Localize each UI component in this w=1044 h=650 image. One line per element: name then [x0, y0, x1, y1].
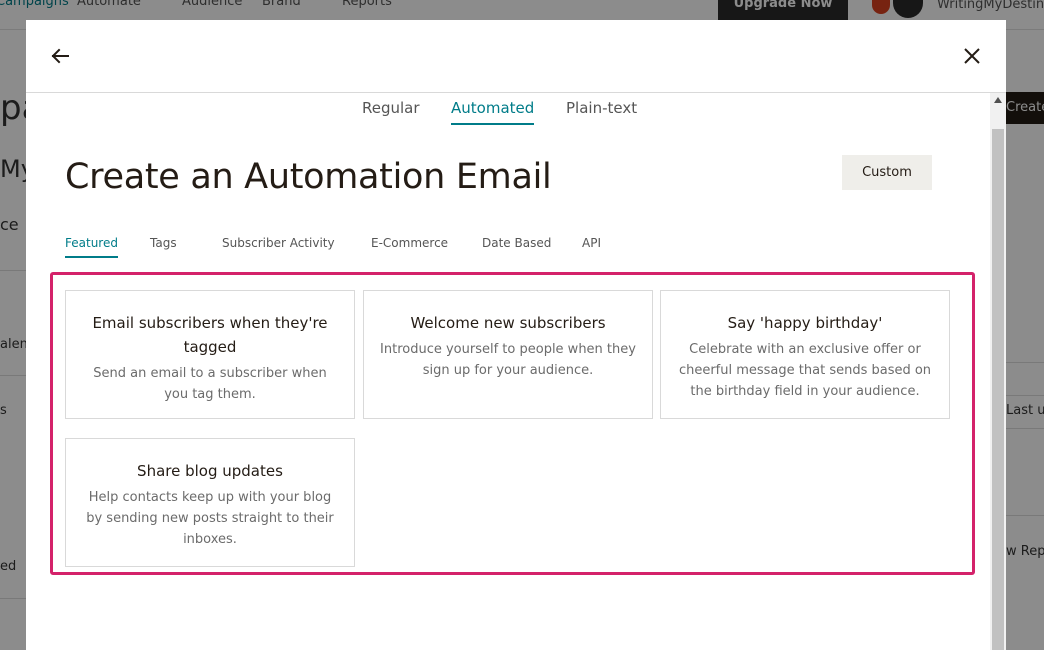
tab-api[interactable]: API	[582, 236, 601, 256]
close-icon	[964, 48, 980, 64]
custom-button[interactable]: Custom	[842, 155, 932, 190]
modal-scrollbar[interactable]	[990, 93, 1006, 650]
modal-header	[26, 20, 1006, 93]
create-email-modal: Regular Automated Plain-text Create an A…	[26, 20, 1006, 650]
page-title: Create an Automation Email	[65, 157, 552, 197]
arrow-left-icon	[51, 48, 69, 64]
back-button[interactable]	[48, 44, 72, 68]
category-tabs: Featured Tags Subscriber Activity E-Comm…	[26, 233, 990, 263]
card-title: Say 'happy birthday'	[727, 314, 883, 332]
tab-automated[interactable]: Automated	[451, 99, 535, 125]
automation-card-blog[interactable]: Share blog updates Help contacts keep up…	[65, 438, 355, 567]
card-description: Help contacts keep up with your blog by …	[86, 490, 334, 547]
card-description: Introduce yourself to people when they s…	[380, 342, 636, 378]
tab-tags[interactable]: Tags	[150, 236, 177, 256]
tab-subscriber-activity[interactable]: Subscriber Activity	[222, 236, 335, 256]
tab-date-based[interactable]: Date Based	[482, 236, 551, 256]
card-title: Email subscribers when they're tagged	[92, 314, 328, 356]
scroll-up-arrow[interactable]	[994, 97, 1002, 103]
card-description: Send an email to a subscriber when you t…	[93, 366, 327, 402]
close-button[interactable]	[960, 44, 984, 68]
scroll-thumb[interactable]	[992, 129, 1004, 650]
modal-body: Regular Automated Plain-text Create an A…	[26, 93, 990, 650]
card-title: Share blog updates	[137, 462, 283, 480]
automation-card-birthday[interactable]: Say 'happy birthday' Celebrate with an e…	[660, 290, 950, 419]
email-type-tabs: Regular Automated Plain-text	[26, 93, 990, 133]
automation-card-welcome[interactable]: Welcome new subscribers Introduce yourse…	[363, 290, 653, 419]
automation-card-tagged[interactable]: Email subscribers when they're tagged Se…	[65, 290, 355, 419]
card-description: Celebrate with an exclusive offer or che…	[678, 342, 932, 399]
tab-featured[interactable]: Featured	[65, 236, 118, 258]
tab-e-commerce[interactable]: E-Commerce	[371, 236, 448, 256]
card-title: Welcome new subscribers	[410, 314, 606, 332]
tab-regular[interactable]: Regular	[362, 99, 420, 123]
tab-plain-text[interactable]: Plain-text	[566, 99, 637, 123]
